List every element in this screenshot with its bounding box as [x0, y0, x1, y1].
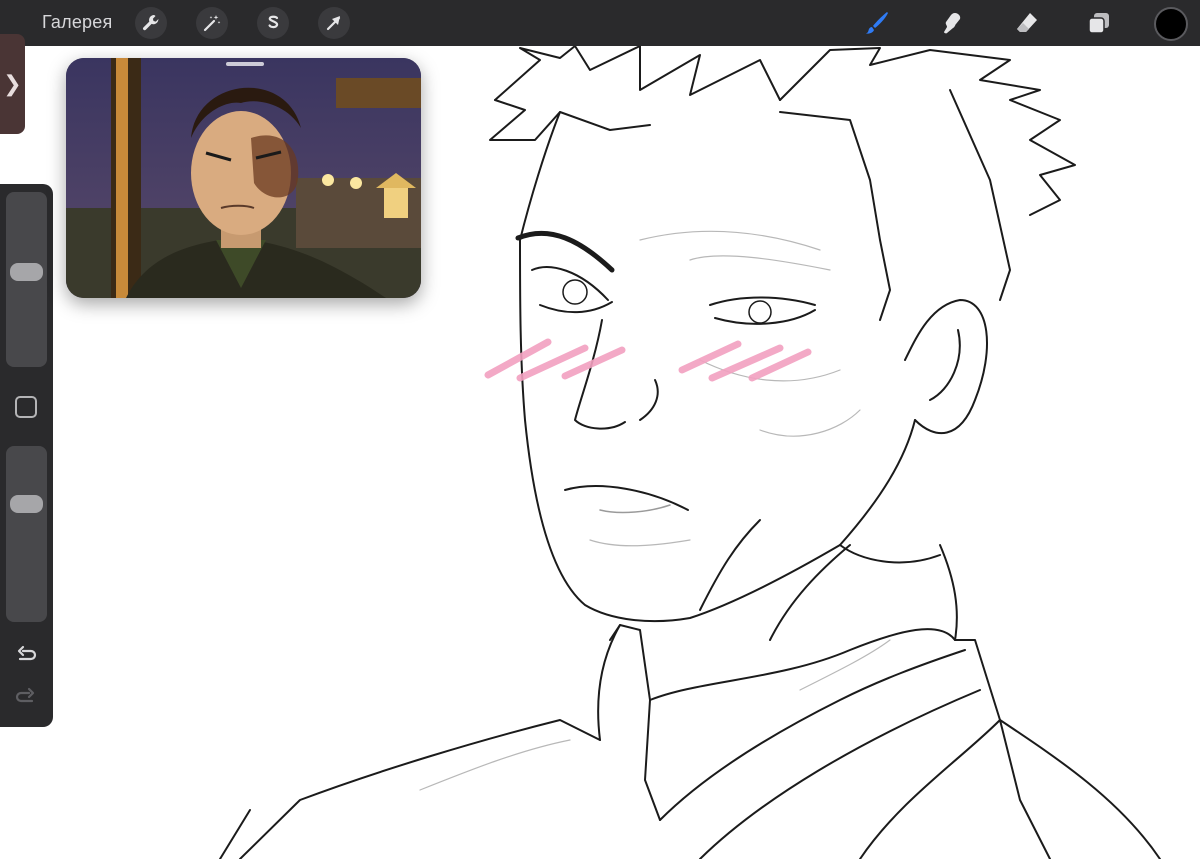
smudge-icon[interactable]	[935, 6, 969, 40]
brush-size-slider-thumb[interactable]	[10, 263, 43, 282]
redo-icon[interactable]	[12, 684, 40, 712]
opacity-slider-thumb[interactable]	[10, 495, 43, 513]
undo-icon[interactable]	[12, 642, 40, 670]
adjustments-magic-wand-icon[interactable]	[196, 7, 228, 39]
reference-image-window[interactable]	[66, 58, 421, 298]
side-bar	[0, 184, 53, 727]
color-picker-swatch[interactable]	[1154, 7, 1188, 41]
actions-wrench-icon[interactable]	[135, 7, 167, 39]
layers-icon[interactable]	[1082, 6, 1116, 40]
expand-panel-tab[interactable]: ❯	[0, 34, 25, 134]
eraser-icon[interactable]	[1010, 6, 1044, 40]
brush-icon[interactable]	[860, 6, 894, 40]
opacity-slider[interactable]	[6, 446, 47, 622]
top-toolbar: Галерея	[0, 0, 1200, 46]
selection-s-icon[interactable]	[257, 7, 289, 39]
gallery-button[interactable]: Галерея	[42, 12, 112, 33]
transform-arrow-icon[interactable]	[318, 7, 350, 39]
brush-size-slider[interactable]	[6, 192, 47, 367]
modify-button-square-icon[interactable]	[15, 396, 37, 418]
reference-image	[66, 58, 421, 298]
reference-drag-handle[interactable]	[226, 62, 264, 66]
chevron-right-icon: ❯	[3, 71, 22, 96]
